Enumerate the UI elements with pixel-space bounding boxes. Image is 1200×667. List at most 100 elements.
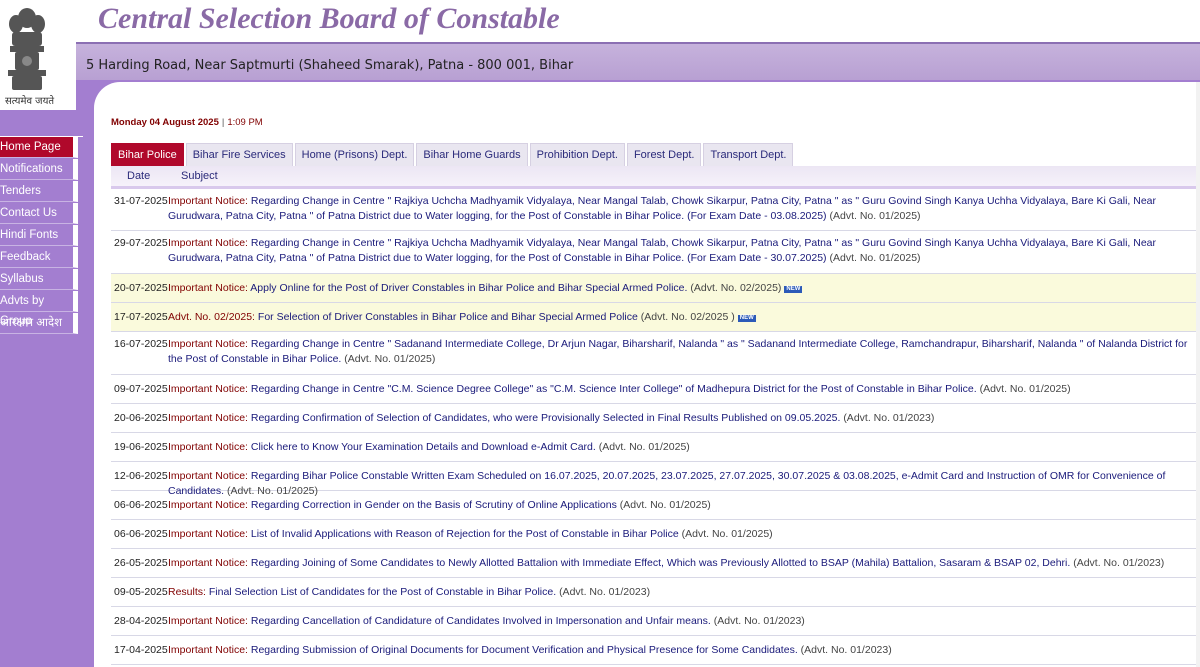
sidebar-item-home-page[interactable]: Home Page <box>0 137 78 158</box>
tab-bihar-police[interactable]: Bihar Police <box>111 143 184 167</box>
advt-number: (Advt. No. 01/2025) <box>226 484 319 497</box>
table-row[interactable]: 26-05-2025 Important Notice: Regarding Jo… <box>111 549 1196 578</box>
notice-link[interactable]: Regarding Joining of Some Candidates to … <box>251 557 1070 569</box>
notice-prefix: Important Notice: <box>168 412 248 424</box>
notice-date: 28-04-2025 <box>114 615 168 627</box>
notice-prefix: Important Notice: <box>168 338 248 350</box>
table-row[interactable]: 19-06-2025 Important Notice: Click here t… <box>111 433 1196 462</box>
notice-subject: Important Notice: Regarding Confirmation… <box>168 411 1196 432</box>
notice-link[interactable]: Apply Online for the Post of Driver Cons… <box>250 282 687 294</box>
notice-date: 26-05-2025 <box>114 557 168 569</box>
notice-subject: Important Notice: Click here to Know You… <box>168 440 1196 461</box>
notice-date: 17-07-2025 <box>114 311 168 323</box>
notice-subject: Important Notice: Regarding Joining of S… <box>168 556 1196 577</box>
advt-number: (Advt. No. 01/2025) <box>619 499 711 511</box>
advt-number: (Advt. No. 02/2025 ) <box>640 311 735 323</box>
notice-date: 09-05-2025 <box>114 586 168 598</box>
sidebar-item-syllabus[interactable]: Syllabus <box>0 269 78 290</box>
table-row[interactable]: 09-07-2025 Important Notice: Regarding Ch… <box>111 375 1196 404</box>
table-row[interactable]: 28-04-2025 Important Notice: Regarding Ca… <box>111 607 1196 636</box>
sidebar-item-reservation-order[interactable]: आरक्षण आदेश <box>0 313 78 334</box>
column-header-subject: Subject <box>181 170 218 182</box>
sidebar-item-advts-by-group[interactable]: Advts by Group <box>0 291 78 327</box>
advt-number: (Advt. No. 01/2025) <box>829 251 921 264</box>
table-row[interactable]: 20-07-2025 Important Notice: Apply Online… <box>111 274 1196 303</box>
scrollbar[interactable] <box>1196 82 1200 667</box>
sidebar-item-contact-us[interactable]: Contact Us <box>0 203 78 224</box>
notice-link[interactable]: Regarding Cancellation of Candidature of… <box>251 615 711 627</box>
sidebar-item-notifications[interactable]: Notifications <box>0 159 78 180</box>
table-row[interactable]: 06-06-2025 Important Notice: List of Inva… <box>111 520 1196 549</box>
notice-link[interactable]: For Selection of Driver Constables in Bi… <box>258 311 638 323</box>
advt-number: (Advt. No. 02/2025) <box>690 282 782 294</box>
tab-forest-dept[interactable]: Forest Dept. <box>626 143 702 167</box>
notice-prefix: Important Notice: <box>168 644 248 656</box>
sidebar-nav: Home Page Notifications Tenders Contact … <box>0 136 83 335</box>
notice-prefix: Important Notice: <box>168 528 248 540</box>
notice-link[interactable]: Regarding Confirmation of Selection of C… <box>251 412 841 424</box>
notice-date: 09-07-2025 <box>114 383 168 395</box>
notice-link[interactable]: Click here to Know Your Examination Deta… <box>251 441 596 453</box>
office-address: 5 Harding Road, Near Saptmurti (Shaheed … <box>86 58 574 73</box>
notice-subject: Results: Final Selection List of Candida… <box>168 585 1196 606</box>
notice-date: 19-06-2025 <box>114 441 168 453</box>
current-datetime: Monday 04 August 2025 | 1:09 PM <box>111 117 263 128</box>
notice-date: 20-06-2025 <box>114 412 168 424</box>
notice-prefix: Important Notice: <box>168 615 248 627</box>
advt-number: (Advt. No. 01/2025) <box>829 209 921 222</box>
emblem-motto: सत्यमेव जयते <box>5 96 55 107</box>
advt-number: (Advt. No. 01/2023) <box>843 412 935 424</box>
site-title[interactable]: Central Selection Board of Constable <box>98 2 560 36</box>
notice-subject: Important Notice: Regarding Correction i… <box>168 498 1196 519</box>
table-header: Date Subject <box>111 166 1196 189</box>
notice-subject: Important Notice: Apply Online for the P… <box>168 281 1196 302</box>
notice-link[interactable]: List of Invalid Applications with Reason… <box>251 528 679 540</box>
notice-link[interactable]: Regarding Change in Centre " Rajkiya Uch… <box>168 237 1156 264</box>
tab-prohibition-dept[interactable]: Prohibition Dept. <box>529 143 625 167</box>
notice-date: 29-07-2025 <box>114 237 168 249</box>
sidebar-item-tenders[interactable]: Tenders <box>0 181 78 202</box>
notice-date: 16-07-2025 <box>114 338 168 350</box>
table-row[interactable]: 09-05-2025 Results: Final Selection List … <box>111 578 1196 607</box>
notice-subject: Important Notice: Regarding Change in Ce… <box>168 337 1196 374</box>
advt-number: (Advt. No. 01/2025) <box>681 528 773 540</box>
notice-subject: Important Notice: Regarding Change in Ce… <box>168 236 1196 273</box>
advt-number: (Advt. No. 01/2025) <box>979 383 1071 395</box>
table-body: 31-07-2025 Important Notice: Regarding Ch… <box>111 189 1196 665</box>
table-row[interactable]: 31-07-2025 Important Notice: Regarding Ch… <box>111 189 1196 231</box>
notice-prefix: Important Notice: <box>168 237 248 249</box>
table-row[interactable]: 20-06-2025 Important Notice: Regarding Co… <box>111 404 1196 433</box>
department-tabs: Bihar Police Bihar Fire Services Home (P… <box>111 143 794 167</box>
tab-bihar-fire-services[interactable]: Bihar Fire Services <box>185 143 293 167</box>
notice-prefix: Important Notice: <box>168 441 248 453</box>
notice-link[interactable]: Regarding Correction in Gender on the Ba… <box>251 499 617 511</box>
table-row[interactable]: 29-07-2025 Important Notice: Regarding Ch… <box>111 231 1196 274</box>
notice-link[interactable]: Regarding Change in Centre " Sadanand In… <box>168 338 1187 365</box>
notice-prefix: Important Notice: <box>168 383 248 395</box>
notice-date: 31-07-2025 <box>114 195 168 207</box>
tab-home-prisons-dept[interactable]: Home (Prisons) Dept. <box>294 143 415 167</box>
notice-subject: Important Notice: Regarding Change in Ce… <box>168 382 1196 403</box>
table-row[interactable]: 17-07-2025 Advt. No. 02/2025: For Selecti… <box>111 303 1196 332</box>
notice-link[interactable]: Regarding Change in Centre " Rajkiya Uch… <box>168 195 1156 222</box>
tab-bihar-home-guards[interactable]: Bihar Home Guards <box>416 143 528 167</box>
column-header-date: Date <box>127 170 151 182</box>
notice-prefix: Results: <box>168 586 206 598</box>
notice-link[interactable]: Regarding Submission of Original Documen… <box>251 644 798 656</box>
new-badge-icon: NEW <box>737 315 756 322</box>
notice-link[interactable]: Regarding Change in Centre "C.M. Science… <box>251 383 977 395</box>
notice-link[interactable]: Final Selection List of Candidates for t… <box>209 586 556 598</box>
current-time: 1:09 PM <box>227 117 263 128</box>
table-row[interactable]: 12-06-2025 Important Notice: Regarding Bi… <box>111 462 1196 497</box>
notice-date: 20-07-2025 <box>114 282 168 294</box>
sidebar-item-hindi-fonts[interactable]: Hindi Fonts <box>0 225 78 246</box>
notice-subject: Important Notice: Regarding Submission o… <box>168 643 1196 664</box>
notice-date: 12-06-2025 <box>114 470 168 482</box>
notice-prefix: Advt. No. 02/2025: <box>168 311 255 323</box>
sidebar-item-feedback[interactable]: Feedback <box>0 247 78 268</box>
table-row[interactable]: 16-07-2025 Important Notice: Regarding Ch… <box>111 332 1196 375</box>
table-row[interactable]: 17-04-2025 Important Notice: Regarding Su… <box>111 636 1196 665</box>
notices-table: Date Subject 31-07-2025 Important Notice:… <box>111 166 1196 665</box>
tab-transport-dept[interactable]: Transport Dept. <box>703 143 794 167</box>
advt-number: (Advt. No. 01/2023) <box>800 644 892 656</box>
